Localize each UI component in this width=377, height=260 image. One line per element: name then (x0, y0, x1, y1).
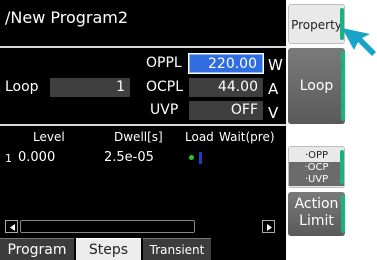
col-header-wait: Wait(pre) (219, 130, 275, 144)
action-limit-accent (341, 195, 345, 233)
ocp-label: ·OCP (289, 162, 344, 174)
scroll-right-button[interactable] (262, 220, 275, 233)
protection-button[interactable]: ·OPP ·OCP ·UVP (288, 146, 345, 188)
scroll-left-icon (10, 224, 15, 231)
tab-program[interactable]: Program (0, 238, 74, 260)
divider-middle (0, 124, 286, 126)
scroll-right-icon (267, 224, 272, 231)
loop-button[interactable]: Loop (288, 48, 345, 124)
uvp-label: UVP (150, 102, 179, 118)
oppl-field[interactable]: 220.00 (188, 53, 264, 74)
load-bar-icon (199, 152, 202, 164)
horizontal-scrollbar[interactable] (20, 220, 195, 233)
scroll-left-button[interactable] (5, 220, 18, 233)
ocpl-field[interactable]: 44.00 (189, 78, 263, 97)
uvp-field[interactable]: OFF (189, 101, 263, 120)
col-header-level: Level (33, 130, 65, 144)
ocpl-unit: A (268, 80, 279, 98)
tab-transient[interactable]: Transient (143, 238, 211, 260)
uvp-unit: V (268, 104, 279, 122)
divider-top (0, 46, 286, 48)
col-header-dwell: Dwell[s] (114, 130, 163, 144)
load-on-icon (189, 155, 194, 160)
oppl-label: OPPL (146, 55, 182, 71)
protection-accent (340, 150, 344, 184)
program-title: /New Program2 (5, 8, 129, 27)
property-button-label: Property (291, 18, 342, 32)
screen: /New Program2 OPPL 220.00 W Loop 1 OCPL … (0, 0, 377, 260)
loop-field[interactable]: 1 (50, 78, 130, 97)
row-index: 1 (5, 152, 12, 165)
opp-label: ·OPP (304, 150, 329, 161)
pointer-cursor-icon (342, 28, 376, 56)
main-panel: /New Program2 OPPL 220.00 W Loop 1 OCPL … (0, 0, 286, 260)
tab-steps[interactable]: Steps (76, 238, 141, 260)
action-limit-button[interactable]: Action Limit (288, 192, 345, 236)
col-header-load: Load (185, 130, 214, 144)
cell-dwell: 2.5e-05 (104, 150, 154, 165)
property-button[interactable]: Property (288, 4, 345, 44)
ocpl-label: OCPL (146, 79, 184, 95)
oppl-unit: W (268, 56, 283, 74)
loop-label: Loop (5, 79, 39, 95)
loop-button-label: Loop (299, 78, 334, 94)
action-label: Action (294, 196, 339, 212)
uvp-side-label: ·UVP (289, 174, 344, 186)
limit-label: Limit (299, 213, 334, 229)
cell-level: 0.000 (18, 150, 56, 165)
